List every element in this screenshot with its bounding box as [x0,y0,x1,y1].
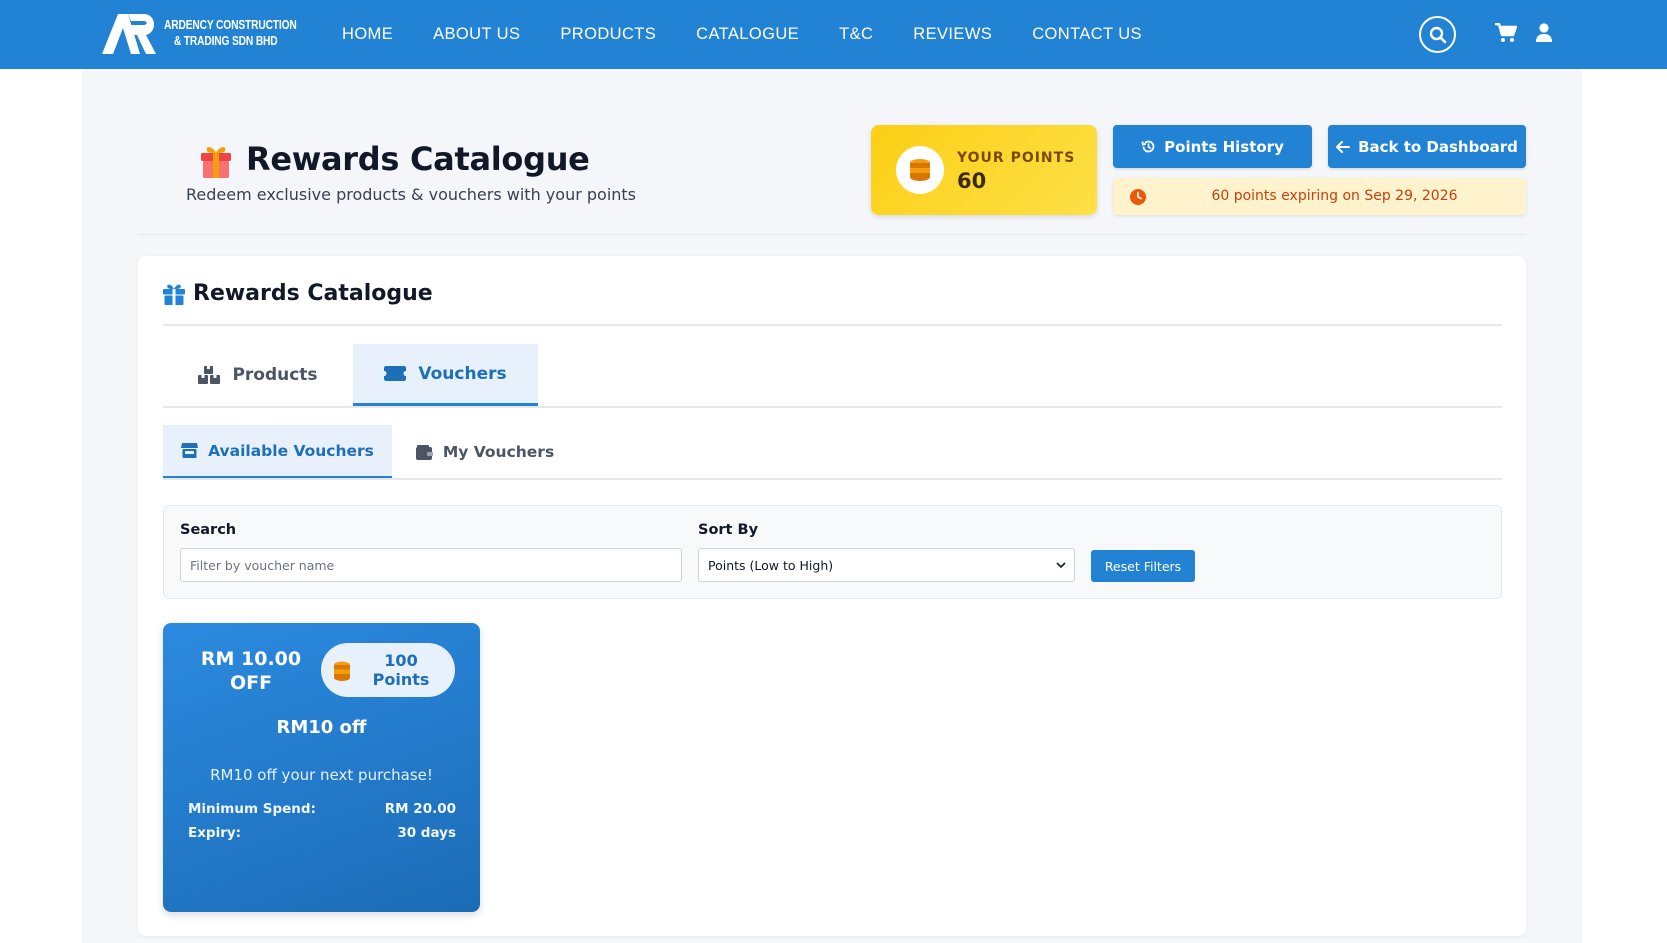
voucher-card[interactable]: RM 10.00 OFF 100 Points RM10 off RM10 of… [163,623,480,912]
gift-icon [163,284,185,305]
voucher-points-unit: Points [372,670,430,689]
points-value: 60 [957,169,987,193]
brand-name-line2: & TRADING SDN BHD [173,34,278,48]
voucher-min-spend-value: RM 20.00 [384,801,456,817]
nav-links: HOME ABOUT US PRODUCTS CATALOGUE T&C REV… [342,0,1182,69]
tabs-underline [163,406,1502,408]
subtab-available-vouchers[interactable]: Available Vouchers [163,425,392,479]
subtab-my-vouchers[interactable]: My Vouchers [410,425,560,479]
search-input[interactable]: Filter by voucher name [180,548,682,582]
voucher-amount: RM 10.00 OFF [191,647,311,695]
sort-label: Sort By [698,522,759,538]
voucher-points-badge: 100 Points [321,643,455,697]
chevron-down-icon [1056,562,1066,569]
store-icon [181,443,199,458]
brand-logo[interactable]: ARDENCY CONSTRUCTION & TRADING SDN BHD [100,10,326,56]
user-icon[interactable] [1535,23,1553,43]
sort-select[interactable]: Points (Low to High) [698,548,1075,582]
reset-filters-button[interactable]: Reset Filters [1091,550,1195,582]
subtab-available-label: Available Vouchers [208,441,374,460]
voucher-amount-suffix: OFF [229,672,273,694]
arrow-left-icon [1336,140,1351,153]
brand-name: ARDENCY CONSTRUCTION & TRADING SDN BHD [164,17,297,49]
gift-icon [201,147,231,178]
voucher-expiry-row: Expiry: 30 days [188,825,456,841]
search-button[interactable] [1419,16,1456,53]
boxes-icon [198,366,221,384]
brand-name-line1: ARDENCY CONSTRUCTION [164,18,297,32]
search-icon [1429,26,1446,43]
page-subtitle: Redeem exclusive products & vouchers wit… [186,185,637,204]
nav-contact-us[interactable]: CONTACT US [1032,25,1142,44]
wallet-icon [415,444,433,460]
tab-vouchers-label: Vouchers [418,363,507,384]
logo-mark-icon [102,14,156,54]
search-label: Search [180,522,237,538]
points-history-button[interactable]: Points History [1113,125,1312,168]
voucher-min-spend-label: Minimum Spend: [188,801,316,817]
catalogue-divider [163,324,1502,326]
nav-products[interactable]: PRODUCTS [560,25,656,44]
tab-vouchers[interactable]: Vouchers [353,344,538,406]
back-to-dashboard-label: Back to Dashboard [1358,137,1518,156]
back-to-dashboard-button[interactable]: Back to Dashboard [1328,125,1526,168]
tab-products-label: Products [232,365,318,385]
voucher-points-value: 100 [384,651,418,670]
points-coin-badge [896,146,944,194]
search-placeholder: Filter by voucher name [190,557,335,573]
subtab-my-vouchers-label: My Vouchers [442,443,555,461]
header-divider [138,234,1526,235]
points-label: YOUR POINTS [957,150,1076,166]
tab-products[interactable]: Products [163,344,353,406]
catalogue-title: Rewards Catalogue [193,281,433,306]
coins-icon [334,661,350,681]
nav-reviews[interactable]: REVIEWS [913,25,992,44]
voucher-description: RM10 off your next purchase! [210,766,433,784]
nav-about-us[interactable]: ABOUT US [433,25,520,44]
page-title: Rewards Catalogue [246,140,590,178]
nav-tnc[interactable]: T&C [839,25,873,44]
coins-icon [910,159,930,181]
sort-selected-value: Points (Low to High) [708,557,834,573]
expiry-notice: 60 points expiring on Sep 29, 2026 [1113,178,1526,215]
points-history-label: Points History [1164,137,1284,156]
expiry-text: 60 points expiring on Sep 29, 2026 [1211,188,1458,204]
voucher-amount-value: RM 10.00 [200,648,302,670]
cart-icon[interactable] [1495,23,1517,43]
voucher-points: 100 Points [361,651,441,689]
points-card: YOUR POINTS 60 [871,125,1097,215]
subtabs-underline [163,478,1502,480]
nav-home[interactable]: HOME [342,25,393,44]
navbar: ARDENCY CONSTRUCTION & TRADING SDN BHD H… [0,0,1667,69]
voucher-expiry-label: Expiry: [188,825,242,841]
ticket-icon [384,366,407,381]
voucher-name: RM10 off [276,717,367,738]
voucher-expiry-value: 30 days [397,825,456,841]
voucher-min-spend-row: Minimum Spend: RM 20.00 [188,801,456,817]
nav-catalogue[interactable]: CATALOGUE [696,25,799,44]
history-icon [1141,140,1155,153]
